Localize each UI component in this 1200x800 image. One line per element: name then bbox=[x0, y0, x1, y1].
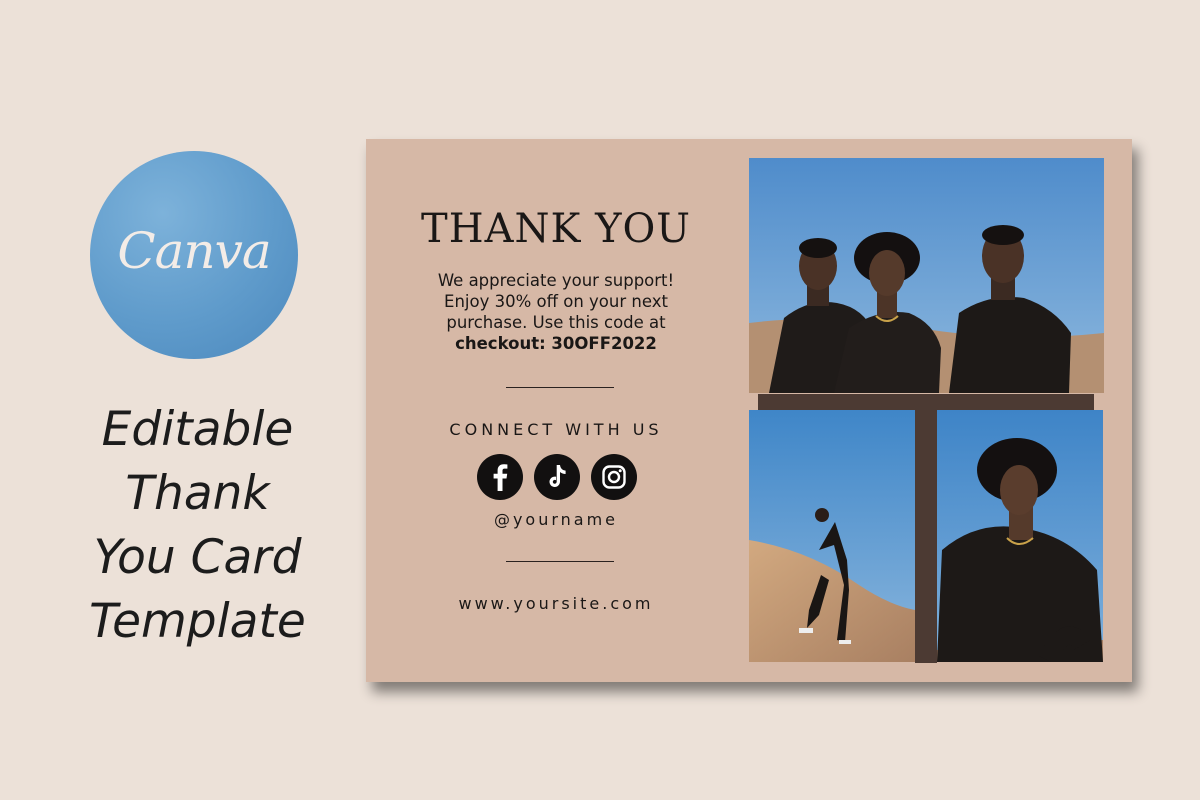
portrait-photo bbox=[937, 410, 1103, 662]
thank-you-card: THANK YOU We appreciate your support! En… bbox=[366, 139, 1132, 682]
connect-heading: CONNECT WITH US bbox=[449, 420, 663, 439]
social-handle: @yourname bbox=[493, 510, 619, 529]
product-caption: Editable Thank You Card Template bbox=[40, 398, 355, 654]
canva-logo-badge: Canva bbox=[90, 151, 298, 359]
facebook-icon bbox=[477, 454, 523, 500]
social-icons bbox=[477, 454, 637, 500]
tiktok-icon bbox=[534, 454, 580, 500]
card-message: We appreciate your support! Enjoy 30% of… bbox=[394, 270, 718, 354]
message-line: checkout: 30OFF2022 bbox=[455, 334, 657, 353]
photo-frame-column bbox=[915, 401, 937, 663]
message-line: purchase. Use this code at bbox=[446, 313, 666, 332]
message-line: We appreciate your support! bbox=[437, 271, 675, 290]
divider bbox=[506, 561, 614, 562]
dune-walker-photo bbox=[749, 410, 915, 662]
caption-line: Template bbox=[89, 594, 306, 649]
divider bbox=[506, 387, 614, 388]
caption-line: You Card bbox=[93, 530, 302, 585]
canva-logo-text: Canva bbox=[117, 222, 271, 280]
caption-line: Editable bbox=[101, 402, 294, 457]
group-photo bbox=[749, 158, 1104, 393]
card-title: THANK YOU bbox=[421, 206, 691, 252]
instagram-icon bbox=[591, 454, 637, 500]
caption-line: Thank bbox=[125, 466, 270, 521]
website-url: www.yoursite.com bbox=[458, 594, 654, 613]
message-line: Enjoy 30% off on your next bbox=[444, 292, 668, 311]
